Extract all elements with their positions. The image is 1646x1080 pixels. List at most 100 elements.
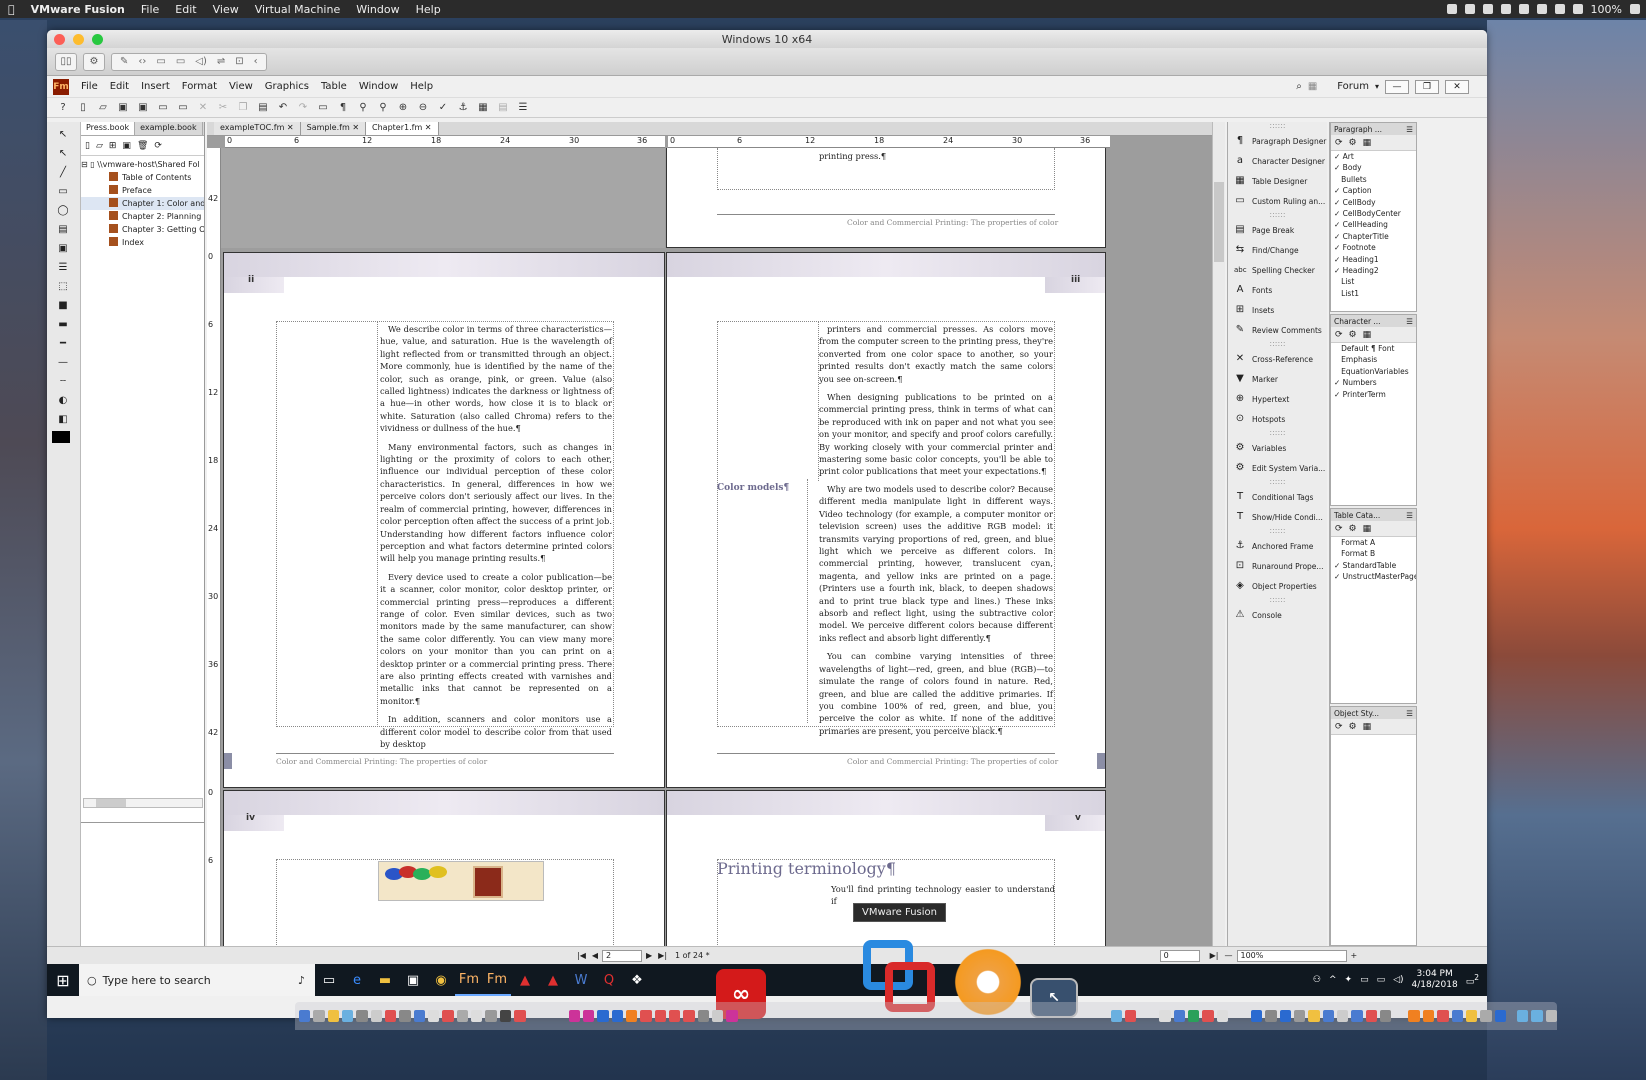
link-icon[interactable]: ⚲ [355, 101, 371, 115]
add-file-icon[interactable]: ▯ [85, 141, 90, 151]
workspace-select[interactable]: Forum [1337, 81, 1369, 92]
app-icon[interactable] [370, 1010, 383, 1022]
list-item[interactable]: Bullets [1334, 174, 1416, 185]
wrench-icon[interactable]: ✎ [120, 56, 128, 67]
acrobat-icon[interactable] [654, 1010, 666, 1022]
paragraph-icon[interactable]: ¶ [335, 101, 351, 115]
document-vscrollbar[interactable] [1212, 122, 1225, 946]
close-tab-icon[interactable]: ✕ [352, 123, 359, 132]
page-number-input[interactable]: 2 [602, 949, 643, 962]
hotspots-button[interactable]: ⊙ Hotspots [1228, 409, 1327, 429]
review-comments-button[interactable]: ✎ Review Comments [1228, 320, 1327, 340]
dropbox-icon[interactable]: ✦ [1345, 975, 1353, 985]
body-text-column[interactable]: Why are two models used to describe colo… [819, 483, 1053, 743]
windows-start-icon[interactable]: ⊞ [47, 964, 79, 996]
app-icon[interactable] [1480, 1010, 1492, 1022]
cross-reference-button[interactable]: ✕ Cross-Reference [1228, 349, 1327, 369]
fm-close-button[interactable]: ✕ [1445, 79, 1469, 94]
powerpoint-icon[interactable] [1202, 1010, 1214, 1022]
app-icon[interactable] [1465, 1010, 1478, 1022]
line-tool-icon[interactable]: ╱ [52, 165, 74, 179]
spell-icon[interactable]: ✓ [435, 101, 451, 115]
zoom-out-button[interactable]: — [1225, 951, 1233, 960]
fm-restore-button[interactable]: ❐ [1415, 79, 1439, 94]
incopy-icon[interactable] [582, 1010, 595, 1022]
object-select-tool-icon[interactable]: ↖ [52, 146, 74, 160]
dash-tool-icon[interactable]: ┄ [52, 374, 74, 388]
lock-icon[interactable]: ▭ [175, 101, 191, 115]
chapter-heading[interactable]: Printing terminology¶ [717, 859, 896, 878]
fm-menu-view[interactable]: View [223, 81, 259, 92]
first-page-button[interactable]: |◀ [577, 951, 586, 960]
app-icon[interactable] [711, 1010, 724, 1022]
list-item[interactable]: Format B [1334, 548, 1416, 559]
app-icon[interactable] [1494, 1010, 1506, 1022]
close-tab-icon[interactable]: ✕ [287, 123, 294, 132]
volume-icon[interactable]: ◁) [1393, 975, 1403, 985]
table-icon[interactable]: ▦ [475, 101, 491, 115]
list-item[interactable]: Emphasis [1334, 354, 1416, 365]
word-icon[interactable] [1173, 1010, 1185, 1022]
align-tool-icon[interactable]: ☰ [52, 260, 74, 274]
acrobat-icon[interactable] [683, 1010, 695, 1022]
app-icon[interactable] [413, 1010, 426, 1022]
list-item[interactable]: ✓ Heading2 [1334, 265, 1416, 276]
chrome-icon[interactable] [327, 1010, 340, 1022]
paragraph[interactable]: Why are two models used to describe colo… [819, 483, 1053, 644]
pen-pattern-tool-icon[interactable]: ▬ [52, 317, 74, 331]
snap-tool-icon[interactable]: ⬚ [52, 279, 74, 293]
grid-icon[interactable]: ▦ [1363, 524, 1372, 534]
variables-button[interactable]: ⚙ Variables [1228, 438, 1327, 458]
zoom-in-icon[interactable]: ⊕ [395, 101, 411, 115]
app-icon[interactable] [1110, 1010, 1122, 1022]
fm-menu-help[interactable]: Help [404, 81, 439, 92]
app-icon[interactable] [1279, 1010, 1292, 1022]
list-item[interactable]: ✓ PrinterTerm [1334, 389, 1416, 400]
list-item[interactable]: ✓ Art [1334, 151, 1416, 162]
app-icon[interactable] [456, 1010, 469, 1022]
menu-icon[interactable]: ☰ [1406, 317, 1413, 326]
excel-icon[interactable] [1188, 1010, 1200, 1022]
hypertext-button[interactable]: ⊕ Hypertext [1228, 389, 1327, 409]
paragraph[interactable]: Every device used to create a color publ… [380, 571, 612, 707]
zero-input[interactable]: 0 [1159, 949, 1200, 962]
list-item[interactable]: ✓ UnstructMasterPageI [1334, 571, 1416, 582]
book-item-toc[interactable]: Table of Contents [81, 171, 204, 184]
zoom-out-icon[interactable]: ⊖ [415, 101, 431, 115]
app-icon[interactable] [1322, 1010, 1335, 1022]
group-icon[interactable]: ⊞ [109, 141, 117, 151]
body-text-column[interactable]: printers and commercial presses. As colo… [819, 323, 1053, 484]
refresh-icon[interactable]: ⟳ [1335, 524, 1343, 534]
list-item[interactable]: EquationVariables [1334, 366, 1416, 377]
mac-menu-virtual-machine[interactable]: Virtual Machine [247, 3, 349, 16]
list-item[interactable]: ✓ CellBody [1334, 197, 1416, 208]
copy-icon[interactable]: ❐ [235, 101, 251, 115]
finder-icon[interactable] [299, 1010, 311, 1022]
app-icon[interactable] [1216, 1010, 1229, 1022]
time-machine-icon[interactable] [1536, 4, 1547, 14]
folder-icon[interactable] [1531, 1010, 1543, 1022]
grid-icon[interactable]: ▦ [1363, 330, 1372, 340]
app-icon[interactable] [1124, 1010, 1137, 1022]
list-item[interactable]: ✓ CellHeading [1334, 219, 1416, 230]
usb-icon[interactable]: ⇌ [217, 56, 225, 67]
workspace-icon[interactable]: ▦ [1308, 81, 1317, 92]
book-root[interactable]: ⊟ ▯ \\vmware-host\Shared Fol [81, 158, 204, 171]
spelling-checker-button[interactable]: abc Spelling Checker [1228, 260, 1327, 280]
color-tool-icon[interactable]: ◐ [52, 393, 74, 407]
app-icon[interactable] [1380, 1010, 1392, 1022]
fonts-button[interactable]: A Fonts [1228, 280, 1327, 300]
side-head[interactable]: Color models¶ [717, 483, 789, 493]
update-icon[interactable]: ⟳ [154, 141, 162, 151]
console-button[interactable]: ⚠ Console [1228, 605, 1327, 625]
row-icon[interactable]: ▤ [495, 101, 511, 115]
app-icon[interactable]: Q [595, 964, 623, 996]
printer-icon[interactable]: ▭ [156, 56, 165, 67]
app-icon[interactable]: ❖ [623, 964, 651, 996]
fm-menu-insert[interactable]: Insert [135, 81, 176, 92]
text-frame-tool-icon[interactable]: ▤ [52, 222, 74, 236]
object-properties-button[interactable]: ◈ Object Properties [1228, 576, 1327, 596]
print-icon[interactable]: ▭ [155, 101, 171, 115]
graphic-frame-tool-icon[interactable]: ▣ [52, 241, 74, 255]
list-item[interactable]: Default ¶ Font [1334, 343, 1416, 354]
